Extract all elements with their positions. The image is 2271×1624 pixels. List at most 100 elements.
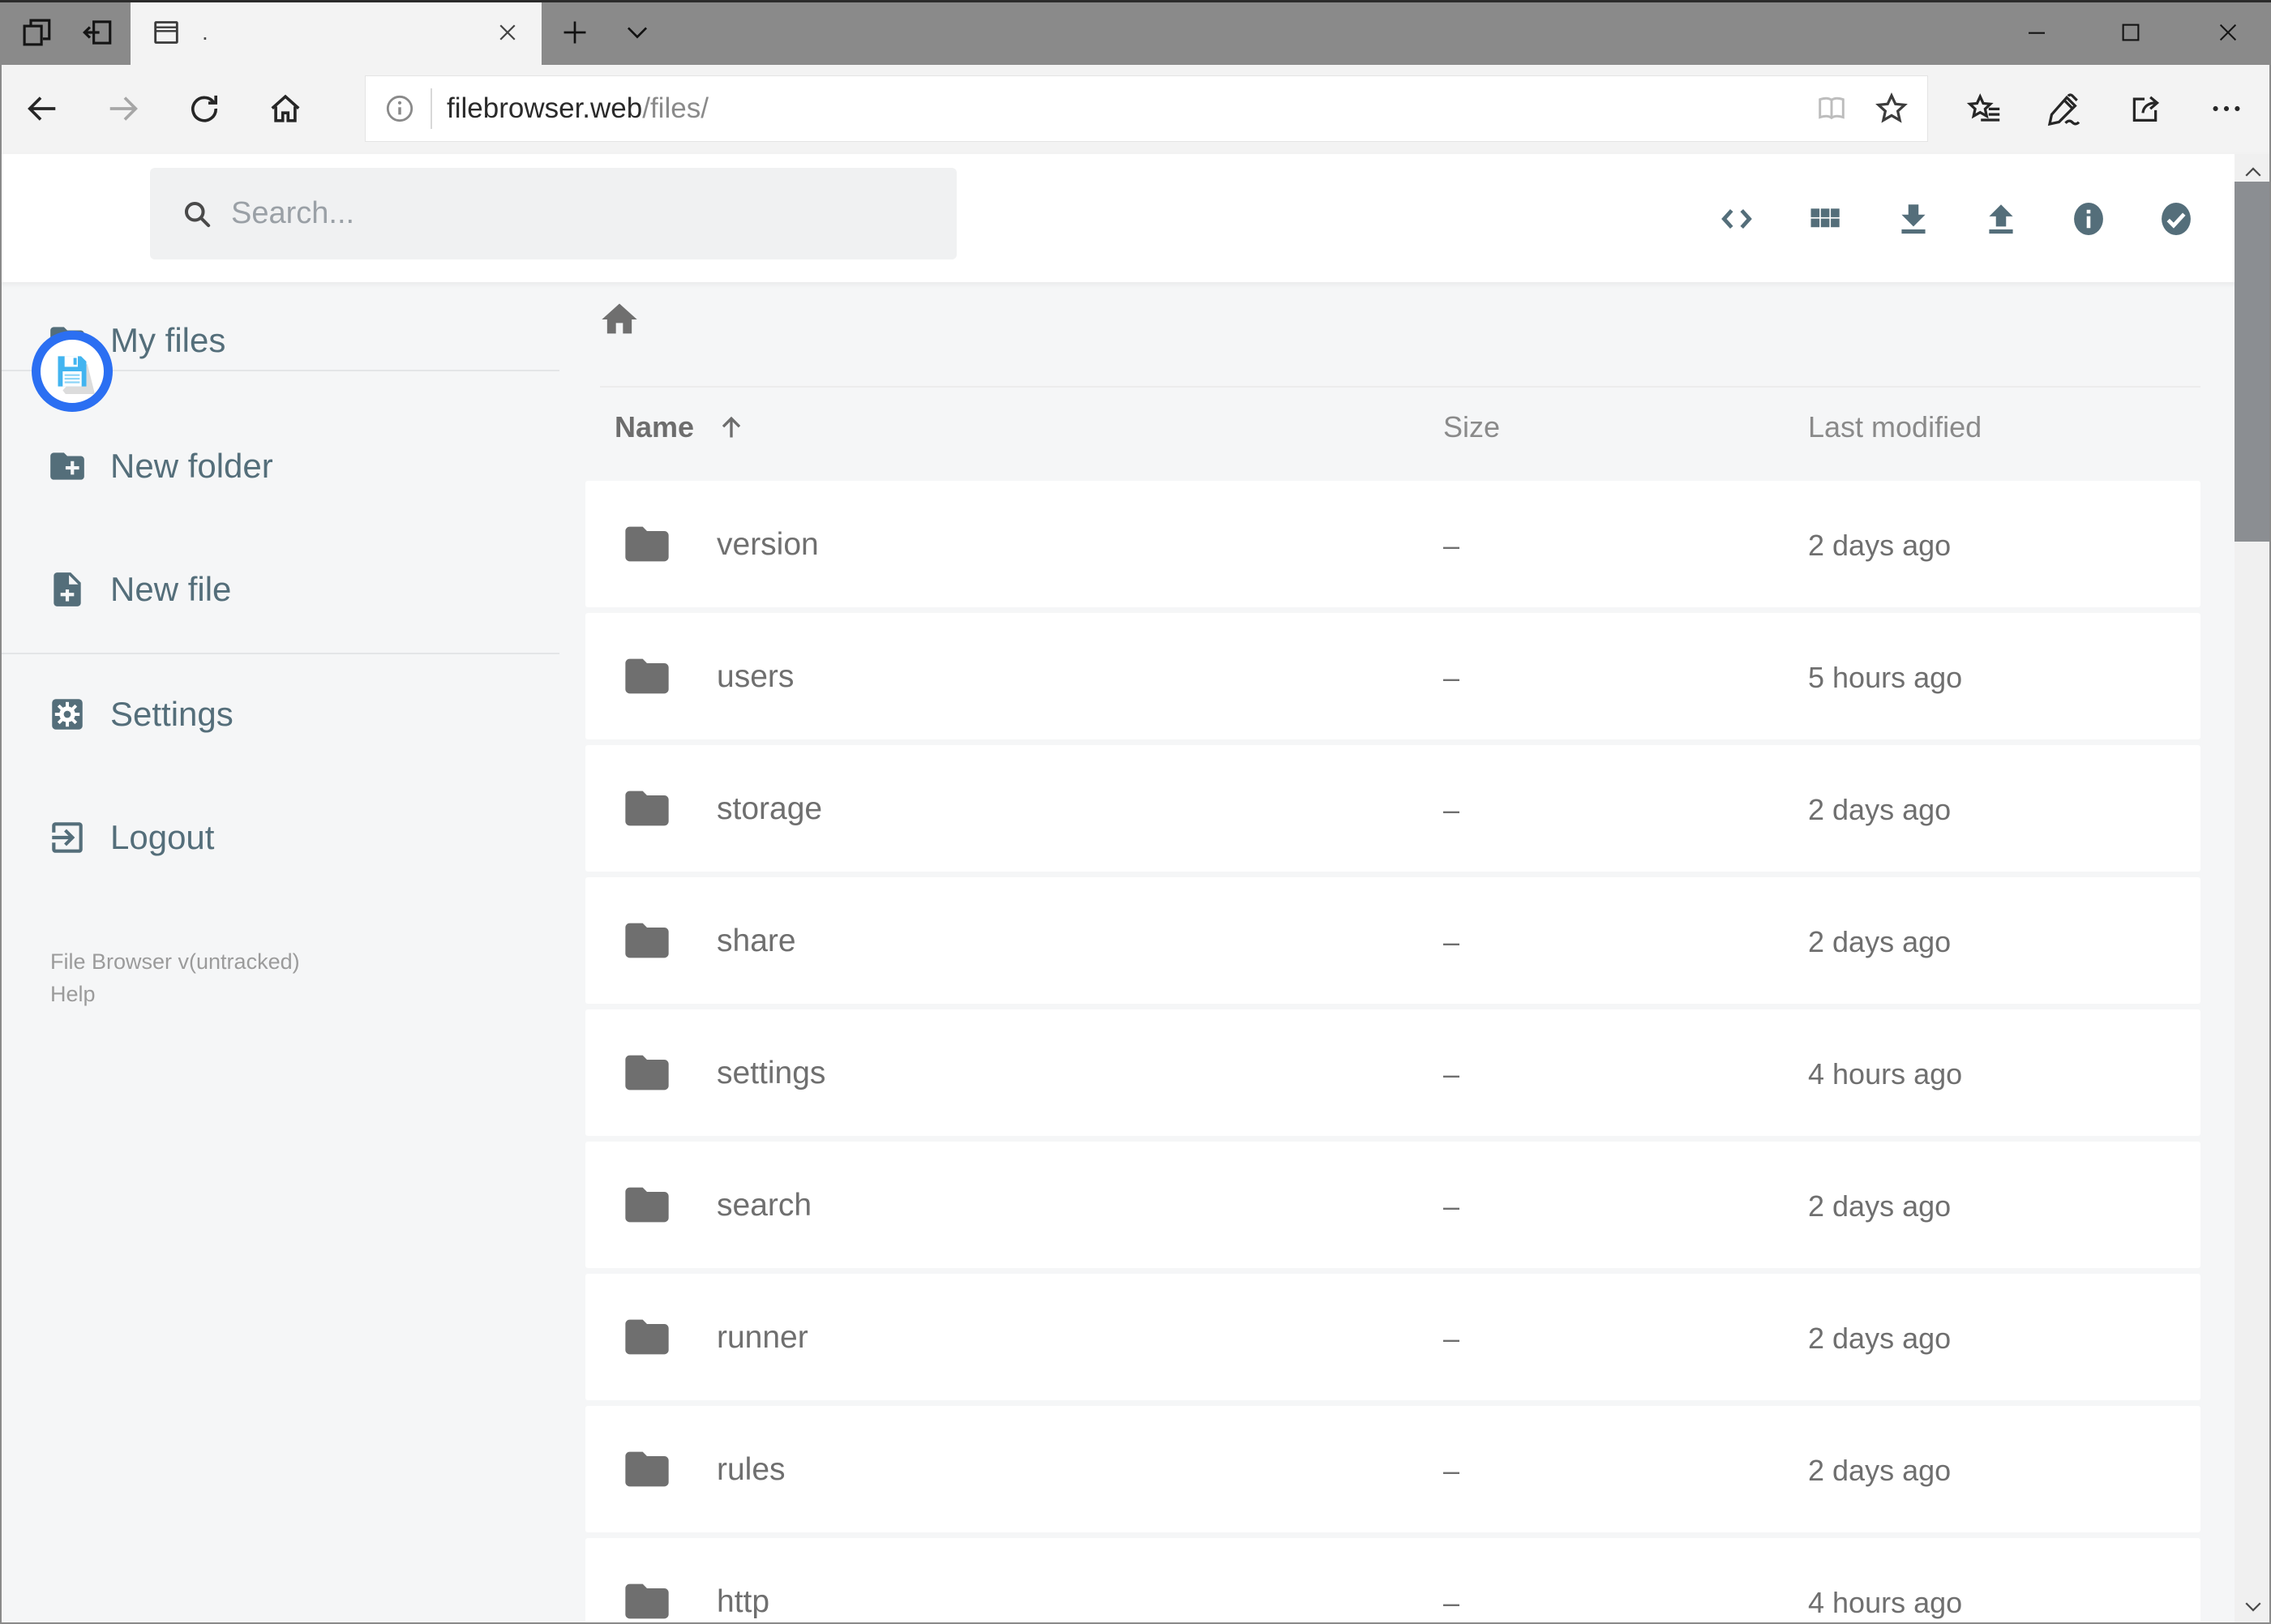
tab-dropdown-icon [627, 27, 648, 39]
check-circle-icon [2162, 203, 2191, 235]
browser-menu-button[interactable] [2198, 82, 2255, 135]
sort-ascending-icon [722, 416, 741, 438]
maximize-icon [2122, 24, 2140, 41]
browser-home-button[interactable] [259, 82, 312, 135]
breadcrumb-home-button[interactable] [597, 297, 642, 342]
tab-preview-icon [23, 19, 51, 46]
file-size: – [1443, 1586, 1460, 1619]
app-header [0, 154, 2271, 412]
new-file-icon [54, 572, 81, 606]
maximize-button[interactable] [2093, 0, 2168, 65]
help-link[interactable]: Help [50, 978, 300, 1010]
browser-tab[interactable]: . [131, 0, 542, 65]
upload-button[interactable] [1970, 188, 2032, 250]
url-path: /files/ [642, 92, 709, 124]
tab-list-dropdown-button[interactable] [613, 8, 662, 57]
folder-icon [625, 1583, 669, 1619]
column-header-size[interactable]: Size [1443, 409, 1500, 446]
tab-preview-button[interactable] [12, 8, 61, 57]
sidebar-item-logout[interactable]: Logout [0, 803, 559, 872]
folder-icon [625, 1187, 669, 1223]
column-header-modified[interactable]: Last modified [1808, 409, 1982, 446]
share-button[interactable] [2117, 82, 2174, 135]
back-button[interactable] [15, 82, 69, 135]
code-view-button[interactable] [1706, 188, 1768, 250]
back-icon [28, 96, 56, 121]
filebrowser-logo[interactable] [32, 331, 113, 412]
file-name: settings [717, 1056, 826, 1091]
favorite-star-icon [1875, 92, 1908, 123]
download-button[interactable] [1883, 188, 1944, 250]
file-row-version[interactable]: version – 2 days ago [585, 481, 2200, 607]
minimize-icon [2029, 32, 2045, 34]
reading-view-button[interactable] [1807, 84, 1856, 133]
file-modified: 4 hours ago [1808, 1057, 1963, 1091]
info-filled-icon [2074, 203, 2103, 235]
minimize-button[interactable] [1999, 0, 2074, 65]
file-modified: 2 days ago [1808, 1322, 1952, 1355]
file-row-rules[interactable]: rules – 2 days ago [585, 1406, 2200, 1532]
sidebar-divider [0, 653, 559, 654]
chevron-down-icon [2244, 1601, 2261, 1612]
refresh-button[interactable] [178, 82, 231, 135]
file-size: – [1443, 529, 1460, 562]
sidebar-item-settings[interactable]: Settings [0, 680, 559, 748]
forward-button[interactable] [96, 82, 150, 135]
file-row-search[interactable]: search – 2 days ago [585, 1142, 2200, 1268]
hub-button[interactable] [1956, 82, 2013, 135]
share-icon [2132, 96, 2160, 122]
download-icon [1901, 204, 1926, 234]
sidebar-item-label: Settings [110, 695, 234, 733]
code-icon [1721, 208, 1752, 229]
file-modified: 4 hours ago [1808, 1586, 1963, 1619]
logout-icon [52, 822, 83, 853]
sidebar-footer: File Browser v(untracked) Help [50, 945, 300, 1010]
window-close-button[interactable] [2191, 0, 2265, 65]
forward-icon [109, 96, 138, 121]
new-tab-icon [563, 21, 586, 44]
add-favorite-button[interactable] [1867, 84, 1916, 133]
set-tabs-aside-button[interactable] [73, 8, 122, 57]
scroll-down-button[interactable] [2235, 1588, 2271, 1624]
file-size: – [1443, 1322, 1460, 1355]
file-size: – [1443, 661, 1460, 694]
url-field[interactable]: filebrowser.web/files/ [365, 75, 1928, 142]
folder-icon [625, 1055, 669, 1091]
file-modified: 2 days ago [1808, 793, 1952, 826]
app-version-text: File Browser v(untracked) [50, 949, 300, 974]
search-input[interactable] [231, 196, 957, 231]
grid-view-button[interactable] [1794, 188, 1856, 250]
hub-icon [1966, 93, 2000, 122]
file-row-settings[interactable]: settings – 4 hours ago [585, 1009, 2200, 1136]
file-row-storage[interactable]: storage – 2 days ago [585, 745, 2200, 872]
workspace: My files New folder New file Settings Lo… [0, 282, 2271, 1624]
page-scrollbar[interactable] [2235, 154, 2271, 1624]
tab-close-button[interactable] [490, 15, 525, 50]
new-folder-icon [50, 452, 84, 480]
floppy-disk-logo-icon [58, 356, 95, 394]
url-host: filebrowser.web [447, 92, 643, 124]
close-icon [2219, 24, 2237, 41]
file-row-users[interactable]: users – 5 hours ago [585, 613, 2200, 739]
folder-icon [625, 791, 669, 826]
scrollbar-thumb[interactable] [2235, 182, 2271, 542]
new-tab-button[interactable] [551, 8, 599, 57]
file-row-http[interactable]: http – 4 hours ago [585, 1538, 2200, 1624]
sidebar-item-new-file[interactable]: New file [0, 555, 559, 623]
file-list: version – 2 days ago users – 5 hours ago… [585, 481, 2200, 1624]
site-info-button[interactable] [377, 86, 422, 131]
file-modified: 2 days ago [1808, 1454, 1952, 1487]
column-header-name[interactable]: Name [615, 409, 748, 446]
select-multiple-button[interactable] [2145, 188, 2207, 250]
file-row-share[interactable]: share – 2 days ago [585, 877, 2200, 1004]
search-bar[interactable] [150, 168, 957, 259]
sidebar-item-label: Logout [110, 818, 215, 856]
chevron-up-icon [2244, 166, 2261, 177]
sidebar-item-new-folder[interactable]: New folder [0, 432, 559, 500]
file-name: users [717, 659, 795, 694]
file-info-button[interactable] [2058, 188, 2119, 250]
file-modified: 2 days ago [1808, 1189, 1952, 1223]
home-breadcrumb-icon [602, 303, 637, 334]
web-note-button[interactable] [2036, 82, 2093, 135]
file-row-runner[interactable]: runner – 2 days ago [585, 1274, 2200, 1400]
